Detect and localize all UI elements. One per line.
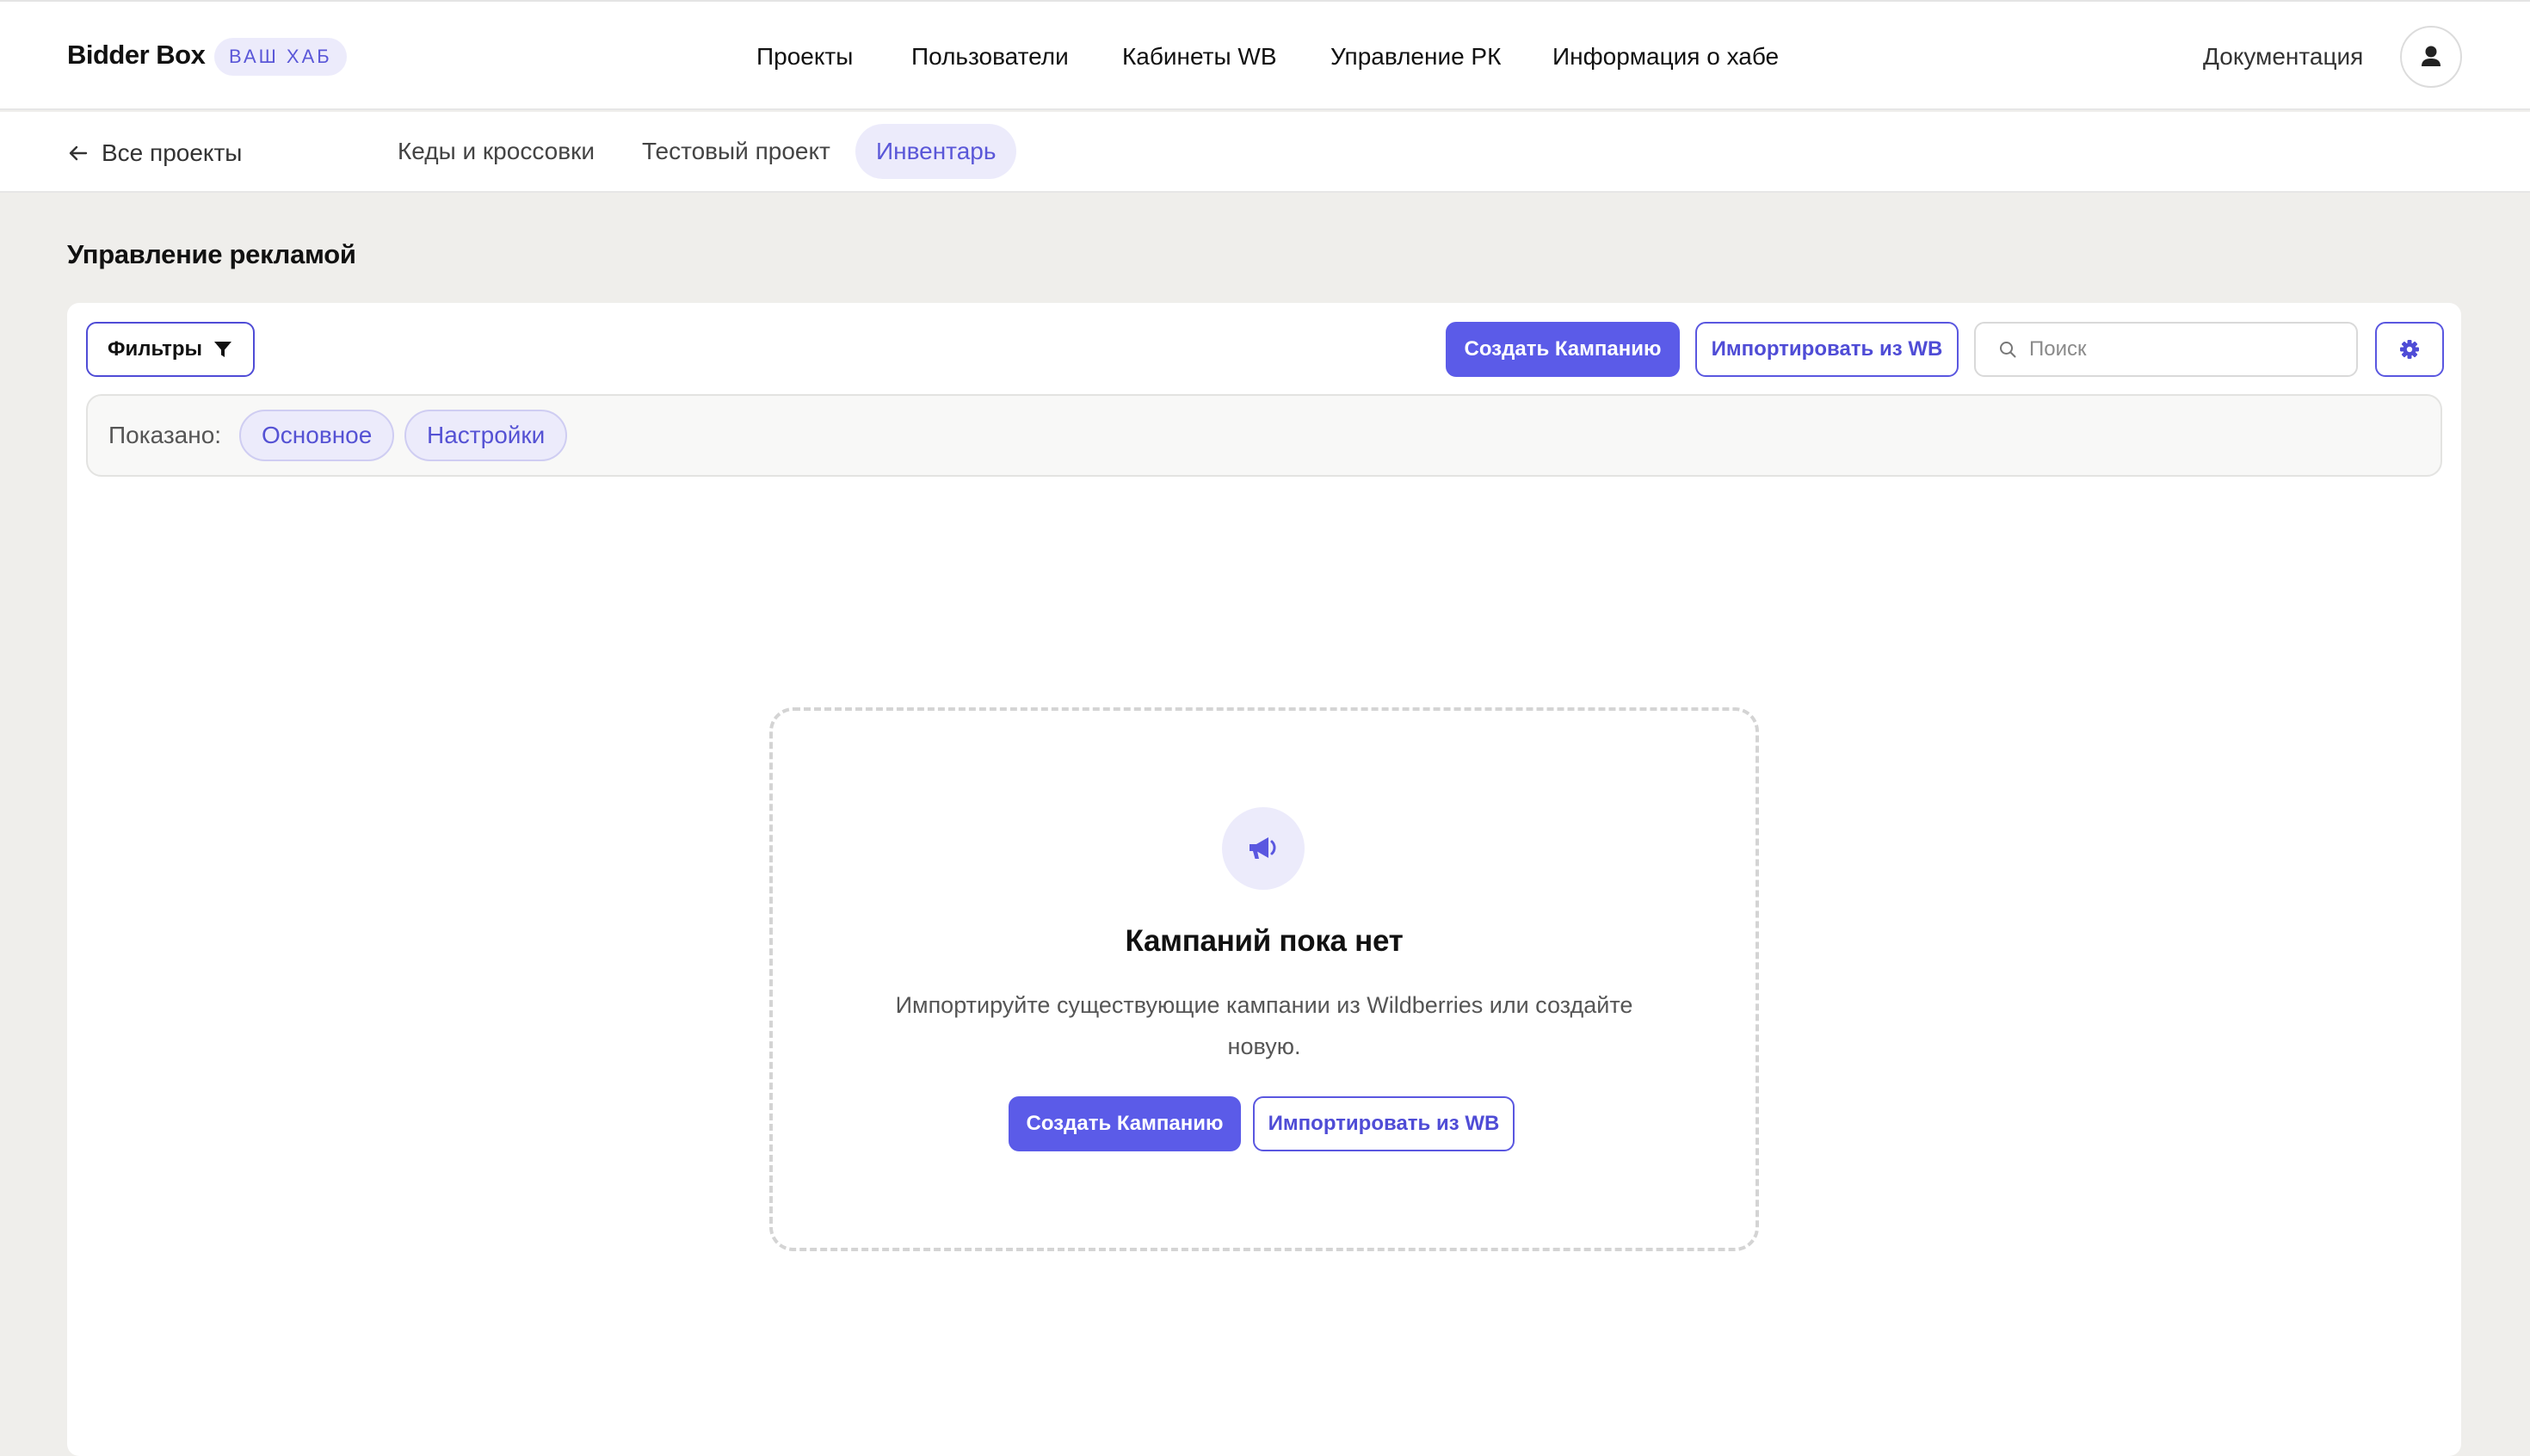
main-nav: Проекты Пользователи Кабинеты WB Управле… bbox=[0, 43, 2530, 74]
nav-item-projects[interactable]: Проекты bbox=[756, 43, 853, 71]
empty-state: Кампаний пока нет Импортируйте существую… bbox=[769, 707, 1759, 1251]
megaphone-icon bbox=[1250, 837, 1276, 859]
gear-icon bbox=[2400, 340, 2419, 359]
settings-button[interactable] bbox=[2375, 322, 2444, 377]
project-bar: Все проекты Кеды и кроссовки Тестовый пр… bbox=[0, 112, 2530, 193]
search-field[interactable] bbox=[1974, 322, 2358, 377]
nav-item-users[interactable]: Пользователи bbox=[911, 43, 1069, 71]
import-from-wb-button[interactable]: Импортировать из WB bbox=[1695, 322, 1959, 377]
filters-label: Фильтры bbox=[107, 337, 203, 361]
page-title: Управление рекламой bbox=[67, 239, 356, 269]
shown-label: Показано: bbox=[108, 422, 222, 448]
empty-import-from-wb-button[interactable]: Импортировать из WB bbox=[1253, 1096, 1515, 1151]
nav-item-ad-management[interactable]: Управление РК bbox=[1330, 43, 1501, 71]
create-campaign-button[interactable]: Создать Кампанию bbox=[1446, 322, 1680, 377]
filters-button[interactable]: Фильтры bbox=[86, 322, 255, 377]
docs-link[interactable]: Документация bbox=[2203, 43, 2363, 71]
nav-item-wb-cabinets[interactable]: Кабинеты WB bbox=[1122, 43, 1277, 71]
arrow-left-icon bbox=[69, 145, 88, 161]
project-tab-inventory[interactable]: Инвентарь bbox=[855, 124, 1017, 179]
empty-create-campaign-button[interactable]: Создать Кампанию bbox=[1009, 1096, 1241, 1151]
back-to-projects-link[interactable]: Все проекты bbox=[67, 138, 242, 169]
campaigns-panel: Фильтры Создать Кампанию Импортировать и… bbox=[67, 303, 2461, 1456]
filter-icon bbox=[214, 342, 232, 357]
project-tab-sneakers[interactable]: Кеды и кроссовки bbox=[398, 124, 595, 179]
empty-state-icon bbox=[1222, 807, 1305, 890]
chip-basic[interactable]: Основное bbox=[239, 410, 395, 461]
visible-columns-bar: Показано: Основное Настройки bbox=[86, 394, 2442, 477]
avatar[interactable] bbox=[2400, 26, 2462, 88]
user-icon bbox=[2422, 46, 2441, 66]
back-label: Все проекты bbox=[102, 139, 243, 166]
empty-state-description: Импортируйте существующие кампании из Wi… bbox=[895, 992, 1633, 1059]
empty-state-title: Кампаний пока нет bbox=[1125, 924, 1404, 958]
chip-settings[interactable]: Настройки bbox=[404, 410, 568, 461]
nav-item-hub-info[interactable]: Информация о хабе bbox=[1552, 43, 1779, 71]
top-bar: Bidder Box ВАШ ХАБ Проекты Пользователи … bbox=[0, 0, 2530, 110]
search-icon bbox=[2000, 342, 2016, 358]
project-tab-test[interactable]: Тестовый проект bbox=[642, 124, 830, 179]
search-input[interactable] bbox=[2029, 337, 2339, 361]
